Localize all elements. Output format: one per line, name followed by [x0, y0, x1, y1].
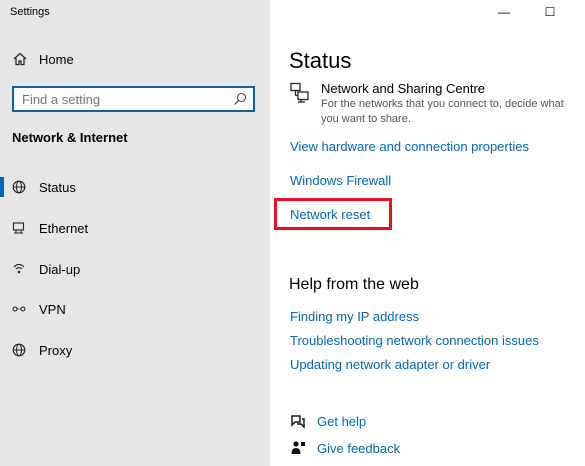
sidebar-item-status[interactable]: Status: [0, 172, 270, 202]
sidebar-item-label: VPN: [39, 302, 66, 317]
sidebar-item-proxy[interactable]: Proxy: [0, 335, 270, 365]
sidebar: Settings Home Network & Internet Status …: [0, 0, 270, 466]
sidebar-item-label: Proxy: [39, 343, 73, 358]
sidebar-item-vpn[interactable]: VPN: [0, 294, 270, 324]
give-feedback-icon: [290, 440, 306, 456]
sidebar-item-label: Status: [39, 180, 76, 195]
section-heading: Network & Internet: [12, 130, 128, 145]
dialup-icon: [12, 262, 26, 276]
get-help-icon: [290, 413, 306, 429]
page-title: Status: [289, 48, 352, 73]
help-link-updating-adapter[interactable]: Updating network adapter or driver: [290, 357, 490, 372]
active-indicator: [0, 177, 4, 197]
vpn-icon: [12, 302, 26, 316]
network-sharing-description: For the networks that you connect to, de…: [321, 98, 564, 125]
home-link[interactable]: Home: [39, 52, 74, 67]
sidebar-item-dial-up[interactable]: Dial-up: [0, 254, 270, 284]
help-heading: Help from the web: [289, 276, 419, 293]
view-hardware-link[interactable]: View hardware and connection properties: [290, 139, 529, 154]
maximize-button[interactable]: ☐: [532, 0, 568, 24]
network-sharing-icon: [289, 82, 311, 104]
sidebar-item-label: Ethernet: [39, 221, 89, 236]
home-icon[interactable]: [13, 52, 27, 66]
help-link-ip-address[interactable]: Finding my IP address: [290, 309, 419, 324]
highlight-box: [274, 198, 392, 230]
sidebar-item-ethernet[interactable]: Ethernet: [0, 213, 270, 243]
search-box[interactable]: [12, 86, 255, 112]
network-sharing-title[interactable]: Network and Sharing Centre: [321, 81, 485, 96]
sidebar-item-label: Dial-up: [39, 262, 81, 277]
search-input[interactable]: [22, 91, 227, 107]
app-title: Settings: [10, 6, 50, 18]
give-feedback-link[interactable]: Give feedback: [317, 441, 400, 456]
globe-icon: [12, 180, 26, 194]
globe-icon: [12, 343, 26, 357]
get-help-link[interactable]: Get help: [317, 414, 366, 429]
minimize-button[interactable]: —: [486, 0, 522, 24]
help-link-troubleshooting[interactable]: Troubleshooting network connection issue…: [290, 333, 539, 348]
windows-firewall-link[interactable]: Windows Firewall: [290, 173, 391, 188]
ethernet-icon: [12, 221, 26, 235]
search-icon[interactable]: [233, 92, 247, 106]
